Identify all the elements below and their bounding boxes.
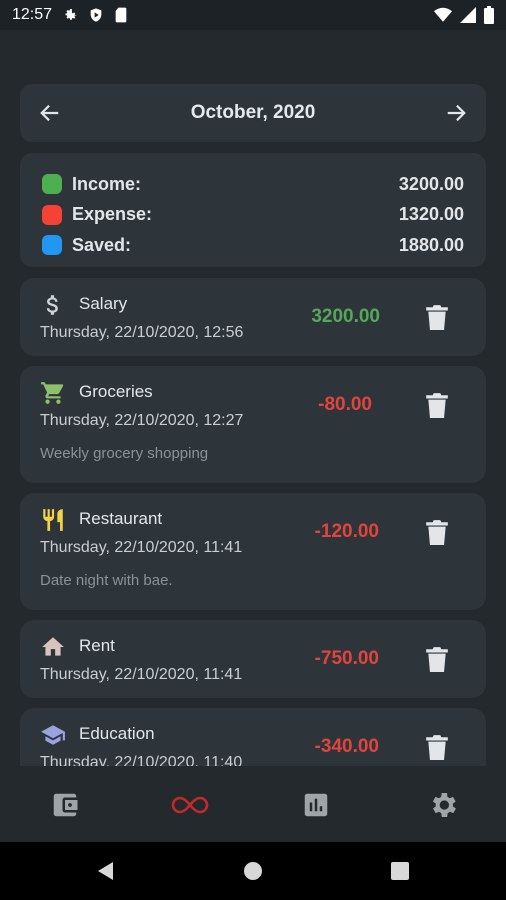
transaction-amount: -120.00 [314, 521, 379, 542]
transaction-item-groceries[interactable]: Groceries Thursday, 22/10/2020, 12:27 We… [20, 366, 486, 483]
transaction-date: Thursday, 22/10/2020, 11:41 [40, 666, 243, 683]
summary-card: Income: 3200.00 Expense: 1320.00 Saved: … [20, 153, 486, 267]
sd-card-icon [114, 7, 128, 23]
recents-button[interactable] [388, 859, 412, 883]
delete-trash-icon[interactable] [426, 392, 448, 418]
income-value: 3200.00 [398, 173, 464, 194]
nav-settings[interactable] [423, 785, 463, 825]
transaction-amount: -750.00 [314, 648, 379, 669]
expense-color-dot [42, 204, 62, 225]
app-content: October, 2020 Income: 3200.00 Expense: 1… [0, 30, 506, 842]
income-label-group: Income: [42, 174, 141, 195]
recents-square-icon [391, 862, 409, 880]
gear-icon [432, 793, 456, 817]
fork-knife-icon [43, 509, 63, 531]
transaction-date: Thursday, 22/10/2020, 11:41 [40, 539, 243, 556]
transaction-item-salary[interactable]: Salary Thursday, 22/10/2020, 12:56 3200.… [20, 278, 486, 356]
transaction-title: Education [79, 724, 155, 743]
status-left: 12:57 [12, 6, 128, 24]
income-color-dot [42, 174, 62, 195]
delete-trash-icon[interactable] [426, 519, 448, 545]
transaction-amount: -80.00 [318, 394, 372, 415]
shield-play-icon [88, 7, 104, 23]
signal-icon [460, 7, 476, 23]
next-month-button[interactable] [444, 101, 468, 125]
home-button[interactable] [241, 859, 265, 883]
transaction-title: Rent [79, 636, 115, 655]
graduation-cap-icon [41, 725, 65, 745]
wifi-icon [434, 7, 452, 23]
expense-row: Expense: 1320.00 [42, 200, 464, 231]
nav-statistics[interactable] [296, 785, 336, 825]
previous-month-button[interactable] [38, 101, 62, 125]
saved-label: Saved: [72, 234, 132, 255]
month-title: October, 2020 [190, 102, 316, 123]
arrow-left-icon [40, 104, 59, 122]
arrow-right-icon [447, 104, 466, 122]
expense-value: 1320.00 [398, 204, 464, 225]
nav-wallet[interactable] [45, 785, 85, 825]
transaction-note: Date night with bae. [40, 572, 173, 589]
saved-row: Saved: 1880.00 [42, 230, 464, 261]
battery-icon [484, 6, 494, 24]
transaction-title: Restaurant [79, 509, 163, 528]
wallet-icon [53, 793, 78, 817]
settings-status-icon [62, 7, 78, 23]
expense-label: Expense: [72, 204, 153, 225]
transaction-date: Thursday, 22/10/2020, 11:40 [40, 754, 243, 766]
delete-trash-icon[interactable] [426, 304, 448, 330]
back-button[interactable] [94, 859, 118, 883]
income-label: Income: [72, 173, 142, 194]
transaction-date: Thursday, 22/10/2020, 12:56 [40, 324, 244, 341]
month-navigator: October, 2020 [20, 84, 486, 142]
infinity-icon [171, 796, 209, 814]
back-triangle-icon [98, 862, 113, 880]
saved-color-dot [42, 235, 62, 256]
status-bar: 12:57 [0, 0, 506, 30]
home-circle-icon [244, 862, 262, 880]
system-navigation-bar [0, 842, 506, 900]
income-row: Income: 3200.00 [42, 169, 464, 200]
cart-icon [41, 382, 64, 404]
status-time: 12:57 [12, 6, 53, 23]
transaction-item-rent[interactable]: Rent Thursday, 22/10/2020, 11:41 -750.00 [20, 620, 486, 698]
home-icon [42, 637, 64, 656]
delete-trash-icon[interactable] [426, 646, 448, 672]
transaction-title: Groceries [79, 382, 153, 401]
transaction-list[interactable]: Salary Thursday, 22/10/2020, 12:56 3200.… [0, 278, 506, 766]
bottom-navigation [0, 767, 506, 842]
transaction-item-restaurant[interactable]: Restaurant Thursday, 22/10/2020, 11:41 D… [20, 493, 486, 610]
expense-label-group: Expense: [42, 204, 152, 225]
transaction-item-education[interactable]: Education Thursday, 22/10/2020, 11:40 -3… [20, 708, 486, 766]
nav-transactions[interactable] [170, 785, 210, 825]
status-right [434, 6, 494, 24]
transaction-note: Weekly grocery shopping [40, 445, 209, 462]
saved-label-group: Saved: [42, 235, 131, 256]
transaction-date: Thursday, 22/10/2020, 12:27 [40, 412, 244, 429]
delete-trash-icon[interactable] [426, 734, 448, 760]
transaction-title: Salary [79, 294, 128, 313]
transaction-amount: 3200.00 [311, 306, 380, 327]
saved-value: 1880.00 [398, 234, 464, 255]
transaction-amount: -340.00 [314, 736, 379, 757]
bar-chart-icon [304, 793, 328, 817]
dollar-icon [46, 295, 58, 315]
